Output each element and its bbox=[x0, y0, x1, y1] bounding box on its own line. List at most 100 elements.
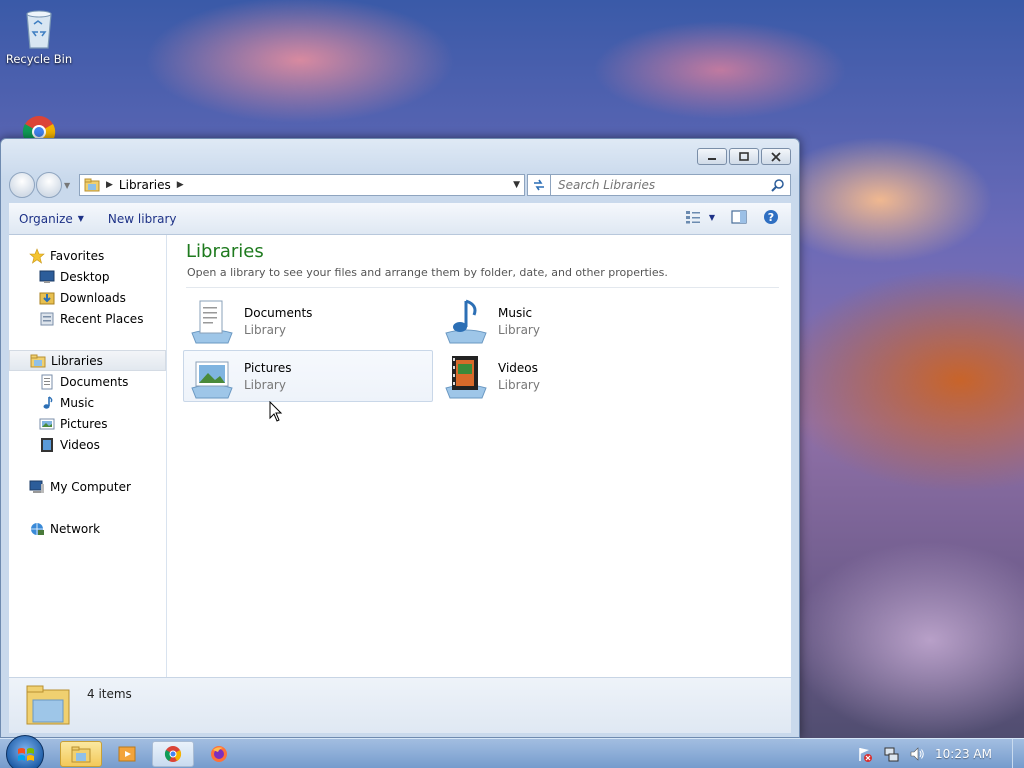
navigation-pane: Favorites Desktop Downloads Recent Place… bbox=[9, 235, 167, 677]
breadcrumb-libraries[interactable]: Libraries bbox=[119, 178, 171, 192]
nav-my-computer[interactable]: My Computer bbox=[9, 476, 166, 497]
taskbar-firefox[interactable] bbox=[198, 741, 240, 767]
navigation-bar: ▼ ▶ Libraries ▶ ▼ bbox=[9, 172, 791, 198]
preview-pane-icon[interactable] bbox=[731, 210, 747, 224]
nav-pictures[interactable]: Pictures bbox=[9, 413, 166, 434]
action-center-flag-icon[interactable] bbox=[857, 746, 873, 762]
documents-icon bbox=[41, 374, 53, 389]
show-desktop-button[interactable] bbox=[1012, 739, 1024, 768]
address-bar[interactable]: ▶ Libraries ▶ ▼ bbox=[79, 174, 525, 196]
taskbar-chrome[interactable] bbox=[152, 741, 194, 767]
mouse-cursor-icon bbox=[269, 401, 283, 422]
videos-icon bbox=[41, 437, 53, 452]
library-tile-documents[interactable]: Documents Library bbox=[184, 295, 434, 347]
libraries-icon bbox=[30, 354, 46, 367]
nav-music[interactable]: Music bbox=[9, 392, 166, 413]
taskbar: 10:23 AM bbox=[0, 735, 1024, 768]
nav-downloads[interactable]: Downloads bbox=[9, 287, 166, 308]
help-icon[interactable]: ? bbox=[763, 209, 779, 225]
windows-logo-icon bbox=[18, 748, 34, 761]
library-name: Pictures bbox=[244, 360, 292, 375]
address-dropdown-icon[interactable]: ▼ bbox=[513, 180, 520, 190]
libraries-folder-icon bbox=[26, 685, 70, 725]
library-kind: Library bbox=[498, 322, 540, 337]
explorer-window: ▼ ▶ Libraries ▶ ▼ Organi bbox=[0, 138, 800, 738]
restore-button[interactable] bbox=[729, 148, 759, 165]
search-box[interactable] bbox=[550, 174, 791, 196]
breadcrumb-separator-icon[interactable]: ▶ bbox=[177, 180, 184, 190]
command-bar: Organize ▼ New library ▼ ? bbox=[9, 203, 791, 235]
volume-icon[interactable] bbox=[909, 746, 925, 762]
view-dropdown-icon[interactable]: ▼ bbox=[709, 213, 715, 222]
start-button[interactable] bbox=[6, 735, 44, 768]
caption-buttons bbox=[697, 148, 791, 165]
close-button[interactable] bbox=[761, 148, 791, 165]
search-input[interactable] bbox=[551, 175, 761, 195]
nav-my-computer-label: My Computer bbox=[50, 479, 131, 494]
library-tile-videos[interactable]: Videos Library bbox=[438, 350, 688, 402]
page-subtitle: Open a library to see your files and arr… bbox=[187, 266, 668, 279]
nav-desktop-label: Desktop bbox=[60, 269, 110, 284]
library-tile-pictures[interactable]: Pictures Library bbox=[183, 350, 433, 402]
library-tile-music[interactable]: Music Library bbox=[438, 295, 688, 347]
item-count: 4 items bbox=[87, 687, 132, 701]
content-area: Favorites Desktop Downloads Recent Place… bbox=[9, 235, 791, 677]
libraries-folder-icon bbox=[84, 178, 100, 192]
nav-libraries[interactable]: Libraries bbox=[9, 350, 166, 371]
desktop-icon bbox=[39, 270, 55, 283]
page-title: Libraries bbox=[186, 241, 264, 262]
new-library-button[interactable]: New library bbox=[108, 212, 177, 226]
divider bbox=[186, 287, 779, 288]
refresh-button[interactable] bbox=[527, 174, 551, 196]
breadcrumb-separator-icon[interactable]: ▶ bbox=[106, 180, 113, 190]
restore-icon bbox=[739, 151, 749, 161]
system-tray: 10:23 AM bbox=[857, 739, 1024, 768]
change-view-button[interactable]: ▼ bbox=[685, 210, 715, 224]
taskbar-explorer[interactable] bbox=[60, 741, 102, 767]
organize-label: Organize bbox=[19, 211, 73, 226]
nav-downloads-label: Downloads bbox=[60, 290, 126, 305]
library-kind: Library bbox=[244, 322, 286, 337]
minimize-icon bbox=[708, 157, 716, 160]
nav-documents-label: Documents bbox=[60, 374, 129, 389]
nav-recent-places[interactable]: Recent Places bbox=[9, 308, 166, 329]
pictures-icon bbox=[39, 418, 55, 429]
forward-button[interactable] bbox=[36, 172, 62, 198]
explorer-icon bbox=[71, 746, 91, 763]
documents-library-icon bbox=[191, 300, 233, 344]
clock[interactable]: 10:23 AM bbox=[935, 747, 992, 761]
minimize-button[interactable] bbox=[697, 148, 727, 165]
music-icon bbox=[43, 395, 53, 409]
back-button[interactable] bbox=[9, 172, 35, 198]
pictures-library-icon bbox=[191, 361, 233, 399]
downloads-icon bbox=[39, 292, 55, 304]
nav-libraries-label: Libraries bbox=[51, 353, 103, 368]
library-name: Documents bbox=[244, 305, 313, 320]
desktop-recycle-bin[interactable]: Recycle Bin bbox=[1, 6, 77, 66]
library-kind: Library bbox=[498, 377, 540, 392]
nav-desktop[interactable]: Desktop bbox=[9, 266, 166, 287]
new-library-label: New library bbox=[107, 211, 177, 226]
nav-network-label: Network bbox=[50, 521, 101, 536]
nav-documents[interactable]: Documents bbox=[9, 371, 166, 392]
view-options-icon bbox=[685, 211, 700, 224]
nav-network[interactable]: Network bbox=[9, 518, 166, 539]
nav-videos[interactable]: Videos bbox=[9, 434, 166, 455]
nav-favorites[interactable]: Favorites bbox=[9, 245, 166, 266]
star-icon bbox=[29, 247, 45, 264]
firefox-icon bbox=[211, 746, 227, 762]
videos-library-icon bbox=[445, 356, 487, 399]
organize-button[interactable]: Organize ▼ bbox=[19, 212, 84, 226]
close-icon bbox=[771, 151, 781, 162]
svg-text:?: ? bbox=[768, 211, 774, 224]
computer-icon bbox=[29, 480, 44, 493]
refresh-icon bbox=[534, 179, 544, 191]
chrome-icon bbox=[164, 746, 182, 762]
recycle-bin-icon bbox=[19, 6, 59, 50]
nav-favorites-label: Favorites bbox=[50, 248, 105, 263]
taskbar-media-player[interactable] bbox=[106, 741, 148, 767]
network-status-icon[interactable] bbox=[883, 746, 899, 762]
library-name: Videos bbox=[498, 360, 538, 375]
history-dropdown-icon[interactable]: ▼ bbox=[64, 181, 74, 190]
search-icon[interactable] bbox=[771, 178, 785, 192]
